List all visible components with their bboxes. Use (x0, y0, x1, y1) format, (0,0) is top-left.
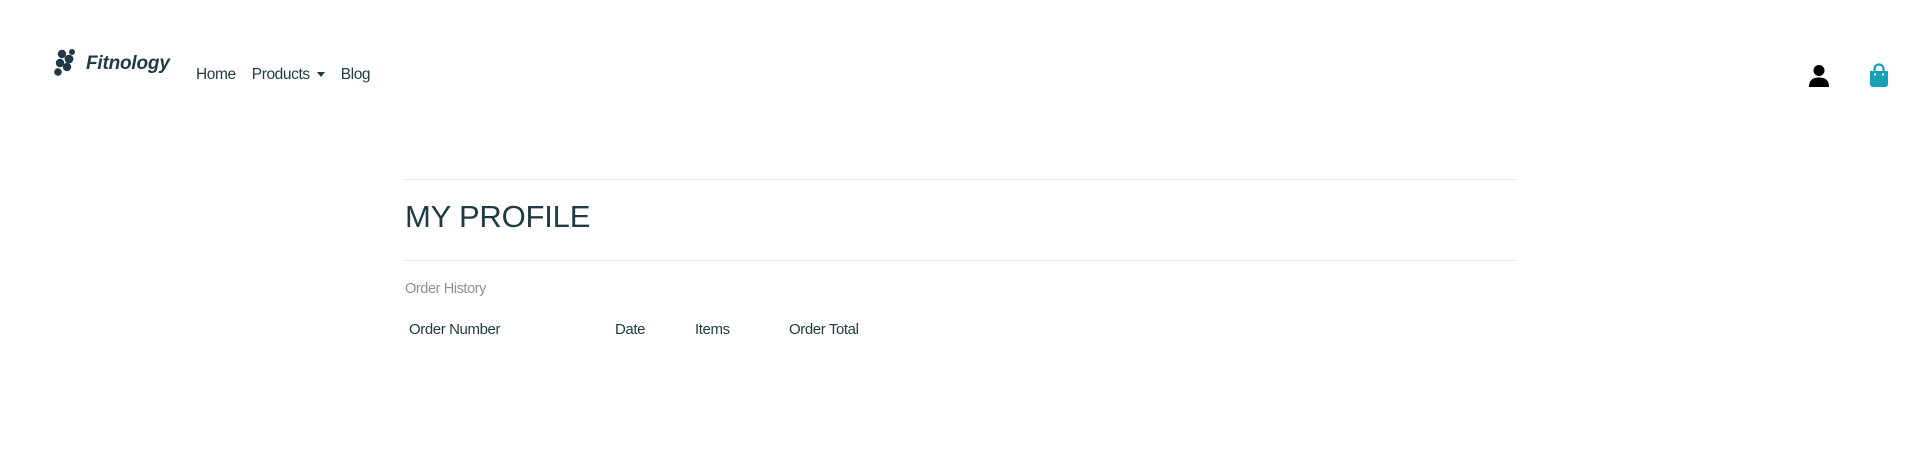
nav-link-products-label: Products (251, 66, 310, 83)
navbar: Fitnology Home Products Blog (0, 0, 1915, 130)
page-title: MY PROFILE (405, 199, 591, 234)
column-header-order-total: Order Total (789, 320, 859, 338)
user-icon (1809, 65, 1829, 87)
table-header-row: Order Number Date Items Order Total (409, 319, 909, 339)
brand-logo-link[interactable]: Fitnology (52, 46, 170, 80)
title-divider (405, 260, 1515, 261)
brand-name: Fitnology (86, 53, 170, 74)
order-history-label: Order History (405, 281, 487, 297)
brand-logo-icon (54, 49, 75, 76)
nav-link-blog[interactable]: Blog (341, 66, 371, 84)
nav-link-home[interactable]: Home (196, 66, 236, 84)
column-header-date: Date (615, 320, 646, 338)
account-button[interactable] (1808, 64, 1830, 88)
caret-down-icon (316, 71, 325, 77)
column-header-items: Items (695, 320, 730, 338)
nav-dropdown-products[interactable]: Products (252, 66, 325, 84)
column-header-order-number: Order Number (409, 320, 501, 338)
order-history-table: Order Number Date Items Order Total (409, 319, 909, 339)
main-nav: Home Products Blog (196, 66, 386, 84)
shopping-bag-icon (1870, 63, 1888, 87)
shopping-bag-button[interactable] (1868, 63, 1890, 88)
profile-section: MY PROFILE Order History Order Number Da… (405, 179, 1515, 339)
